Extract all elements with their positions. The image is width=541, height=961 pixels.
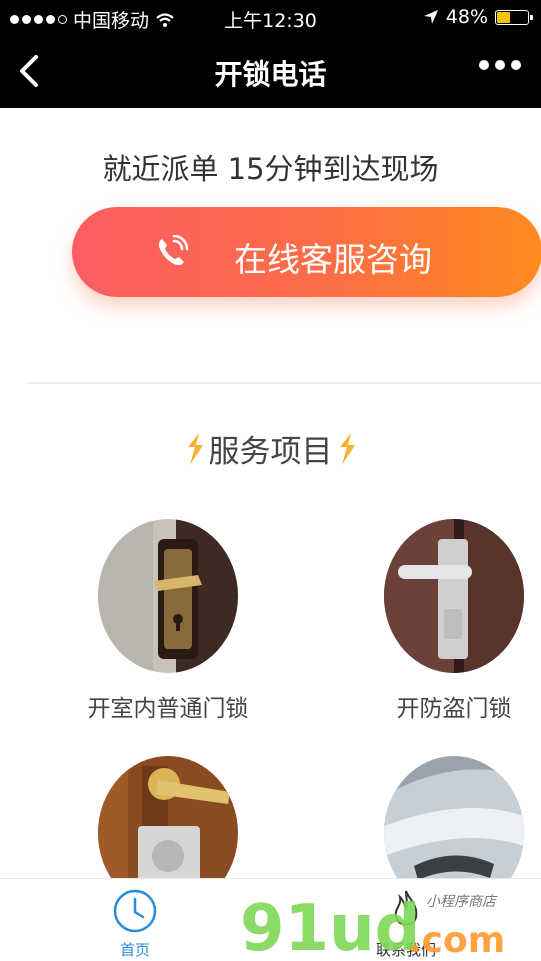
bolt-icon-left	[187, 432, 203, 465]
svg-text:91ud: 91ud	[240, 892, 420, 957]
bolt-icon-right	[339, 432, 355, 465]
divider	[28, 382, 541, 384]
security-door-image	[384, 519, 524, 673]
svg-text:.com: .com	[408, 920, 505, 957]
status-bar: 中国移动 上午12:30 48%	[0, 0, 541, 34]
tab-home[interactable]: 首页	[100, 887, 170, 960]
online-service-button[interactable]: 在线客服咨询	[72, 207, 541, 297]
nav-bar: 开锁电话	[0, 34, 541, 108]
section-title-text: 服务项目	[208, 434, 333, 470]
clock-icon	[113, 889, 157, 933]
svg-text:小程序商店: 小程序商店	[426, 894, 498, 910]
service-item-security-door[interactable]: 开防盗门锁	[354, 519, 541, 723]
indoor-lock-image	[98, 519, 238, 673]
service-name: 开防盗门锁	[396, 696, 512, 722]
headline: 就近派单 15分钟到达现场	[102, 152, 439, 186]
phone-icon	[158, 235, 188, 266]
service-name: 开室内普通门锁	[87, 696, 249, 722]
service-item-indoor-lock[interactable]: 开室内普通门锁	[68, 519, 268, 723]
battery-percent: 48%	[445, 6, 488, 28]
watermark-logo: 91ud .com 小程序商店	[240, 892, 505, 957]
section-title: 服务项目	[0, 426, 541, 471]
more-icon[interactable]	[479, 60, 521, 70]
battery-fill	[497, 11, 511, 23]
location-arrow-icon	[423, 10, 438, 24]
page-title: 开锁电话	[214, 58, 327, 91]
online-service-label: 在线客服咨询	[234, 240, 432, 279]
battery-icon	[495, 9, 533, 25]
tab-home-label: 首页	[119, 941, 150, 959]
